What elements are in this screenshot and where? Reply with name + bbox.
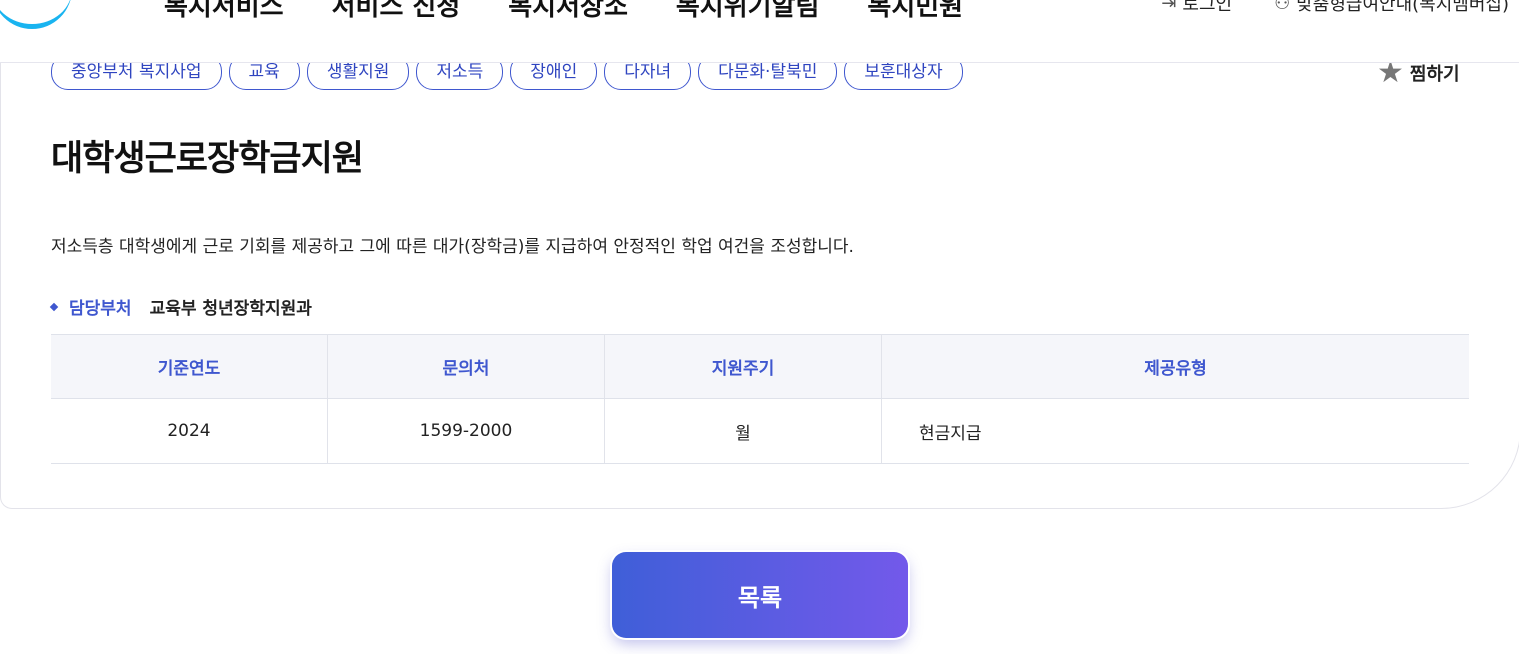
benefit-guide-label: 맞춤형급여안내(복지멤버십): [1296, 0, 1509, 15]
nav-item-service-apply[interactable]: 서비스 신청: [332, 0, 461, 23]
department-row: 담당부처 교육부 청년장학지원과: [49, 294, 312, 319]
utility-menu: ⇥ 로그인 ⚇ 맞춤형급여안내(복지멤버십): [1119, 0, 1509, 16]
login-link[interactable]: ⇥ 로그인: [1161, 0, 1232, 16]
login-icon: ⇥: [1161, 0, 1177, 14]
header-provision-type: 제공유형: [881, 334, 1469, 399]
department-value: 교육부 청년장학지원과: [149, 299, 312, 319]
cell-base-year: 2024: [51, 398, 328, 464]
login-label: 로그인: [1182, 0, 1233, 15]
department-label: 담당부처: [69, 299, 132, 319]
service-description: 저소득층 대학생에게 근로 기회를 제공하고 그에 따른 대가(장학금)를 지급…: [51, 237, 854, 257]
nav-item-welfare-service[interactable]: 복지서비스: [164, 0, 284, 23]
nav-item-civil-affairs[interactable]: 복지민원: [867, 0, 963, 23]
benefit-guide-link[interactable]: ⚇ 맞춤형급여안내(복지멤버십): [1274, 0, 1509, 16]
header-support-cycle: 지원주기: [604, 334, 882, 399]
favorite-label: 찜하기: [1409, 64, 1460, 85]
service-info-table: 기준연도 문의처 지원주기 제공유형 2024 1599-2000 월 현금지급: [51, 334, 1469, 464]
cell-provision-type: 현금지급: [881, 398, 1469, 464]
logo[interactable]: [0, 0, 72, 29]
cell-support-cycle: 월: [604, 398, 882, 464]
nav-item-welfare-storage[interactable]: 복지저장소: [508, 0, 628, 23]
main-nav: 복지서비스 서비스 신청 복지저장소 복지위기알림 복지민원: [164, 0, 1011, 23]
nav-item-crisis-alert[interactable]: 복지위기알림: [676, 0, 820, 23]
header-base-year: 기준연도: [51, 334, 328, 399]
page-title: 대학생근로장학금지원: [51, 139, 364, 179]
table-row: 2024 1599-2000 월 현금지급: [51, 398, 1469, 464]
site-header: 복지서비스 서비스 신청 복지저장소 복지위기알림 복지민원 ⇥ 로그인 ⚇ 맞…: [0, 0, 1519, 63]
bullet-diamond-icon: [49, 302, 59, 311]
header-contact: 문의처: [327, 334, 605, 399]
list-button[interactable]: 목록: [612, 552, 908, 638]
user-icon: ⚇: [1274, 0, 1291, 14]
table-header-row: 기준연도 문의처 지원주기 제공유형: [51, 334, 1469, 399]
cell-contact: 1599-2000: [327, 398, 605, 464]
